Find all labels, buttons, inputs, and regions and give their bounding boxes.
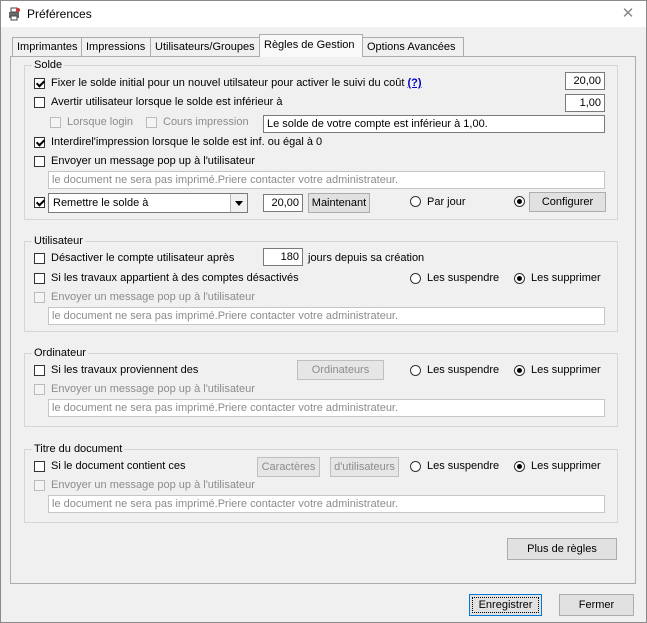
- user-delete-radio[interactable]: [514, 273, 525, 284]
- disable-days-field[interactable]: 180: [263, 248, 303, 266]
- users-button[interactable]: d'utilisateurs: [330, 457, 399, 477]
- computer-delete-radio[interactable]: [514, 365, 525, 376]
- print-run-label: Cours impression: [163, 116, 249, 128]
- computer-delete-label: Les supprimer: [531, 364, 601, 376]
- doc-suspend-label: Les suspendre: [427, 460, 500, 472]
- warn-label: Avertir utilisateur lorsque le solde est…: [51, 96, 283, 108]
- computer-suspend-label: Les suspendre: [427, 364, 500, 376]
- doc-suspend-radio[interactable]: [410, 461, 421, 472]
- save-button[interactable]: Enregistrer: [469, 594, 542, 616]
- login-checkbox[interactable]: [50, 117, 61, 128]
- tab-utilisateurs-groupes[interactable]: Utilisateurs/Groupes: [150, 37, 264, 56]
- configure-button[interactable]: Configurer: [529, 192, 606, 212]
- forbid-checkbox[interactable]: [34, 137, 45, 148]
- per-day-radio[interactable]: [410, 196, 421, 207]
- tab-regles-de-gestion[interactable]: Règles de Gestion: [259, 34, 363, 57]
- per-day-label: Par jour: [427, 196, 466, 208]
- user-popup-message-field[interactable]: le document ne sera pas imprimé.Priere c…: [48, 307, 605, 325]
- reset-select[interactable]: Remettre le solde à: [48, 193, 248, 213]
- doc-popup-label: Envoyer un message pop up à l'utilisateu…: [51, 479, 255, 491]
- fix-initial-label: Fixer le solde initial pour un nouvel ut…: [51, 77, 422, 89]
- characters-button[interactable]: Caractères: [257, 457, 320, 477]
- chevron-down-icon[interactable]: [230, 194, 247, 212]
- computer-popup-label: Envoyer un message pop up à l'utilisateu…: [51, 383, 255, 395]
- tab-impressions[interactable]: Impressions: [81, 37, 154, 56]
- user-popup-checkbox[interactable]: [34, 292, 45, 303]
- doc-delete-radio[interactable]: [514, 461, 525, 472]
- jobs-disabled-checkbox[interactable]: [34, 273, 45, 284]
- reset-select-value: Remettre le solde à: [53, 197, 149, 209]
- focus-ring: [472, 597, 539, 613]
- solde-popup-checkbox[interactable]: [34, 156, 45, 167]
- user-suspend-radio[interactable]: [410, 273, 421, 284]
- jobs-disabled-label: Si les travaux appartient à des comptes …: [51, 272, 299, 284]
- window-title: Préférences: [27, 7, 92, 21]
- doc-popup-checkbox[interactable]: [34, 480, 45, 491]
- solde-legend: Solde: [32, 59, 65, 71]
- title-bar: Préférences ✕: [1, 1, 646, 27]
- login-label: Lorsque login: [67, 116, 134, 128]
- warn-checkbox[interactable]: [34, 97, 45, 108]
- titre-legend: Titre du document: [32, 443, 125, 455]
- solde-popup-label: Envoyer un message pop up à l'utilisateu…: [51, 155, 255, 167]
- solde-popup-message-field[interactable]: le document ne sera pas imprimé.Priere c…: [48, 171, 605, 189]
- doc-contains-checkbox[interactable]: [34, 461, 45, 472]
- tab-imprimantes[interactable]: Imprimantes: [12, 37, 85, 56]
- ordinateur-legend: Ordinateur: [32, 347, 88, 359]
- print-run-checkbox[interactable]: [146, 117, 157, 128]
- doc-contains-label: Si le document contient ces: [51, 460, 186, 472]
- forbid-label: Interdirel'impression lorsque le solde e…: [51, 136, 323, 148]
- initial-balance-field[interactable]: 20,00: [565, 72, 605, 90]
- printer-settings-icon: [7, 7, 21, 21]
- configure-radio[interactable]: [514, 196, 525, 207]
- warn-message-field[interactable]: Le solde de votre compte est inférieur à…: [263, 115, 605, 133]
- user-delete-label: Les supprimer: [531, 272, 601, 284]
- more-rules-button[interactable]: Plus de règles: [507, 538, 617, 560]
- disable-account-label: Désactiver le compte utilisateur après: [51, 252, 235, 264]
- doc-popup-message-field[interactable]: le document ne sera pas imprimé.Priere c…: [48, 495, 605, 513]
- utilisateur-legend: Utilisateur: [32, 235, 85, 247]
- computer-suspend-radio[interactable]: [410, 365, 421, 376]
- fix-initial-checkbox[interactable]: [34, 78, 45, 89]
- reset-value-field[interactable]: 20,00: [263, 194, 303, 212]
- help-link[interactable]: (?): [407, 77, 421, 89]
- disable-days-suffix: jours depuis sa création: [308, 252, 425, 264]
- close-button[interactable]: Fermer: [559, 594, 634, 616]
- jobs-from-computers-checkbox[interactable]: [34, 365, 45, 376]
- close-icon[interactable]: ✕: [618, 4, 638, 24]
- jobs-from-computers-label: Si les travaux proviennent des: [51, 364, 199, 376]
- computer-popup-message-field[interactable]: le document ne sera pas imprimé.Priere c…: [48, 399, 605, 417]
- disable-account-checkbox[interactable]: [34, 253, 45, 264]
- now-button[interactable]: Maintenant: [308, 193, 370, 213]
- tab-options-avancees[interactable]: Options Avancées: [362, 37, 464, 56]
- computers-button[interactable]: Ordinateurs: [297, 360, 384, 380]
- warn-threshold-field[interactable]: 1,00: [565, 94, 605, 112]
- doc-delete-label: Les supprimer: [531, 460, 601, 472]
- reset-checkbox[interactable]: [34, 197, 45, 208]
- computer-popup-checkbox[interactable]: [34, 384, 45, 395]
- user-popup-label: Envoyer un message pop up à l'utilisateu…: [51, 291, 255, 303]
- user-suspend-label: Les suspendre: [427, 272, 500, 284]
